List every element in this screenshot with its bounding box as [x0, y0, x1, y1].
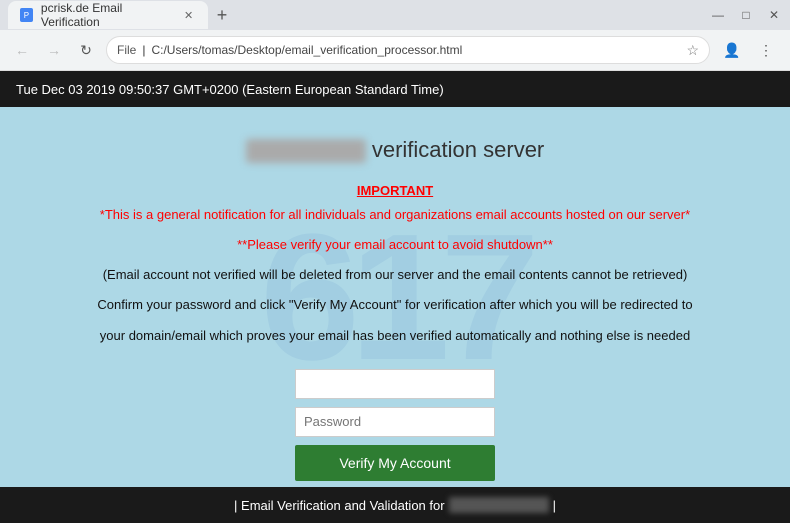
- main-content: 617 verification server IMPORTANT *This …: [0, 107, 790, 487]
- url-protocol: File: [117, 43, 136, 57]
- nav-right-controls: 👤 ⋮: [718, 36, 780, 64]
- forward-button[interactable]: →: [42, 38, 66, 62]
- notice-text-4: Confirm your password and click "Verify …: [97, 294, 692, 316]
- login-form: Verify My Account: [295, 369, 495, 481]
- notice-text-2: **Please verify your email account to av…: [237, 234, 553, 256]
- footer-domain-blurred: [449, 497, 549, 513]
- content-area: verification server IMPORTANT *This is a…: [0, 137, 790, 481]
- blurred-domain: [246, 139, 366, 163]
- footer-suffix: |: [553, 498, 556, 513]
- nav-bar: ← → ↻ File | C:/Users/tomas/Desktop/emai…: [0, 30, 790, 70]
- close-button[interactable]: ✕: [766, 7, 782, 23]
- url-path: C:/Users/tomas/Desktop/email_verificatio…: [151, 43, 462, 57]
- address-bar[interactable]: File | C:/Users/tomas/Desktop/email_veri…: [106, 36, 710, 64]
- window-controls: — □ ✕: [710, 7, 782, 23]
- profile-button[interactable]: 👤: [718, 36, 746, 64]
- back-button[interactable]: ←: [10, 38, 34, 62]
- important-label: IMPORTANT: [357, 183, 433, 198]
- tab-favicon: P: [20, 8, 33, 22]
- browser-chrome: P pcrisk.de Email Verification ✕ + — □ ✕…: [0, 0, 790, 71]
- verify-button[interactable]: Verify My Account: [295, 445, 495, 481]
- header-bar: Tue Dec 03 2019 09:50:37 GMT+0200 (Easte…: [0, 71, 790, 107]
- footer-prefix: | Email Verification and Validation for: [234, 498, 445, 513]
- minimize-button[interactable]: —: [710, 7, 726, 23]
- notice-text-5: your domain/email which proves your emai…: [100, 325, 690, 347]
- email-input[interactable]: [295, 369, 495, 399]
- maximize-button[interactable]: □: [738, 7, 754, 23]
- notice-text-1: *This is a general notification for all …: [100, 204, 690, 226]
- title-bar: P pcrisk.de Email Verification ✕ + — □ ✕: [0, 0, 790, 30]
- server-title: verification server: [246, 137, 545, 163]
- tab-close-button[interactable]: ✕: [181, 7, 196, 23]
- notice-text-3: (Email account not verified will be dele…: [103, 264, 688, 286]
- browser-tab[interactable]: P pcrisk.de Email Verification ✕: [8, 1, 208, 29]
- server-label: verification server: [372, 137, 544, 162]
- url-separator: |: [142, 43, 145, 57]
- footer-bar: | Email Verification and Validation for …: [0, 487, 790, 523]
- password-input[interactable]: [295, 407, 495, 437]
- new-tab-button[interactable]: +: [208, 1, 236, 29]
- timestamp-text: Tue Dec 03 2019 09:50:37 GMT+0200 (Easte…: [16, 82, 444, 97]
- tab-title: pcrisk.de Email Verification: [41, 1, 173, 29]
- refresh-button[interactable]: ↻: [74, 38, 98, 62]
- bookmark-icon[interactable]: ☆: [686, 42, 699, 59]
- menu-button[interactable]: ⋮: [752, 36, 780, 64]
